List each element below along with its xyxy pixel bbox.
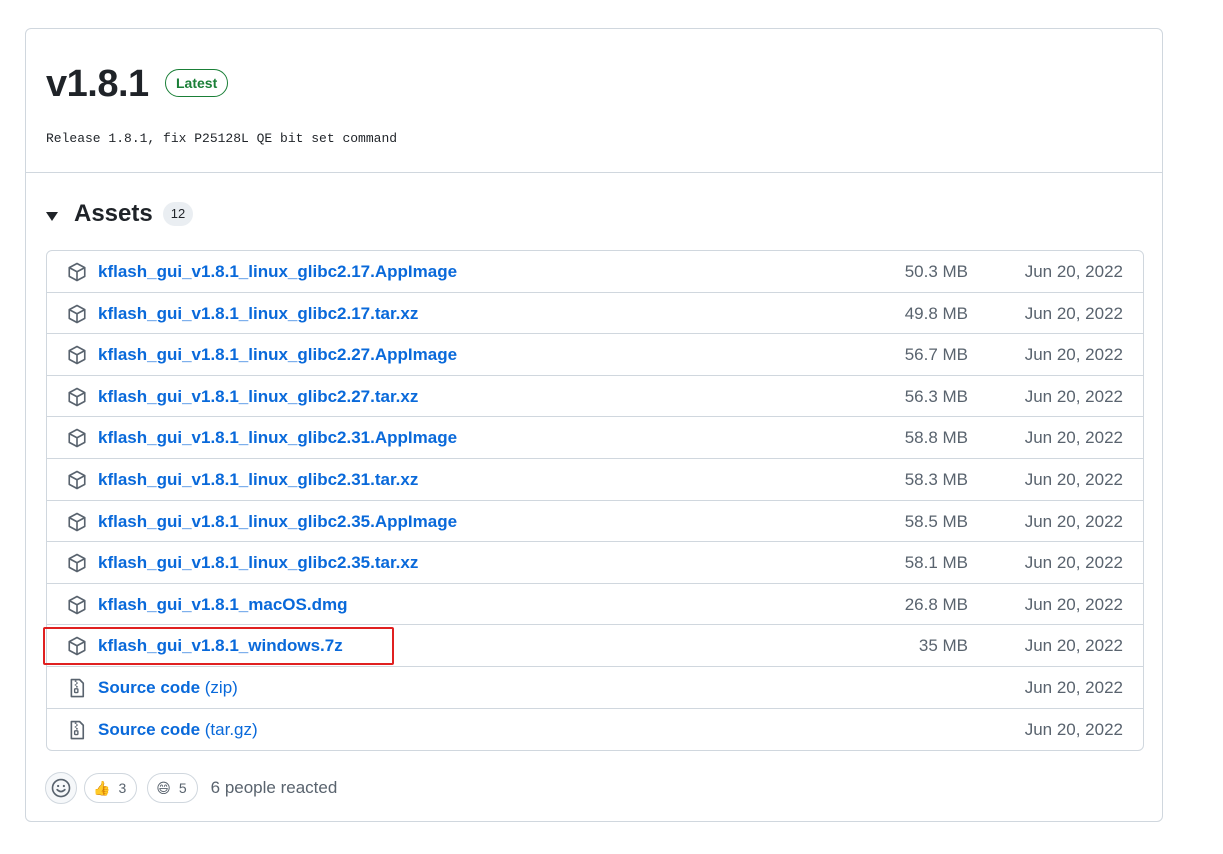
- asset-date: Jun 20, 2022: [1024, 553, 1123, 573]
- asset-row: kflash_gui_v1.8.1_windows.7z 35 MB Jun 20,…: [47, 625, 1143, 667]
- asset-size: 35 MB: [918, 636, 968, 656]
- file-zip-icon: [67, 720, 87, 740]
- reaction-button[interactable]: 😄 5: [147, 773, 198, 803]
- asset-date: Jun 20, 2022: [1024, 345, 1123, 365]
- asset-download-link[interactable]: kflash_gui_v1.8.1_linux_glibc2.17.AppIma…: [98, 251, 457, 292]
- asset-name: kflash_gui_v1.8.1_linux_glibc2.35.AppIma…: [98, 511, 458, 531]
- caret-down-icon: [46, 211, 58, 221]
- asset-download-link[interactable]: kflash_gui_v1.8.1_macOS.dmg: [98, 584, 347, 625]
- asset-row: kflash_gui_v1.8.1_linux_glibc2.17.AppIma…: [47, 251, 1143, 293]
- asset-date: Jun 20, 2022: [1024, 428, 1123, 448]
- asset-row: Source code (zip) Jun 20, 2022: [47, 667, 1143, 709]
- thumbs-up-icon: 👍: [93, 779, 111, 796]
- asset-download-link[interactable]: kflash_gui_v1.8.1_linux_glibc2.35.tar.xz: [98, 542, 418, 583]
- asset-size: 56.7 MB: [904, 345, 968, 365]
- asset-download-link[interactable]: kflash_gui_v1.8.1_windows.7z: [98, 625, 343, 666]
- reaction-count: 5: [178, 780, 187, 796]
- asset-date: Jun 20, 2022: [1024, 511, 1123, 531]
- package-icon: [67, 428, 87, 448]
- asset-download-link[interactable]: kflash_gui_v1.8.1_linux_glibc2.27.tar.xz: [98, 376, 418, 417]
- asset-name: kflash_gui_v1.8.1_linux_glibc2.27.tar.xz: [98, 386, 419, 406]
- asset-date: Jun 20, 2022: [1024, 262, 1123, 281]
- asset-row: kflash_gui_v1.8.1_linux_glibc2.27.AppIma…: [47, 334, 1143, 376]
- asset-date: Jun 20, 2022: [1024, 594, 1123, 614]
- reaction-count: 3: [118, 780, 127, 796]
- asset-size: 58.5 MB: [904, 511, 968, 531]
- package-icon: [67, 553, 87, 573]
- package-icon: [67, 595, 87, 615]
- package-icon: [67, 470, 87, 490]
- release-header: v1.8.1 Latest Release 1.8.1, fix P25128L…: [26, 29, 1162, 173]
- asset-size: 56.3 MB: [904, 386, 968, 406]
- asset-size: 49.8 MB: [904, 303, 968, 323]
- release-card: v1.8.1 Latest Release 1.8.1, fix P25128L…: [25, 28, 1163, 822]
- package-icon: [67, 387, 87, 407]
- asset-size: 58.3 MB: [904, 469, 968, 489]
- asset-row: kflash_gui_v1.8.1_linux_glibc2.35.tar.xz…: [47, 542, 1143, 584]
- asset-name: kflash_gui_v1.8.1_linux_glibc2.17.AppIma…: [98, 262, 458, 281]
- asset-suffix: (tar.gz): [200, 719, 258, 739]
- asset-row: kflash_gui_v1.8.1_linux_glibc2.27.tar.xz…: [47, 376, 1143, 418]
- package-icon: [67, 512, 87, 532]
- asset-row: kflash_gui_v1.8.1_linux_glibc2.35.AppIma…: [47, 501, 1143, 543]
- asset-row: kflash_gui_v1.8.1_macOS.dmg 26.8 MB Jun 20…: [47, 584, 1143, 626]
- asset-size: 26.8 MB: [904, 594, 968, 614]
- asset-date: Jun 20, 2022: [1024, 719, 1123, 739]
- asset-date: Jun 20, 2022: [1024, 636, 1123, 656]
- asset-download-link[interactable]: kflash_gui_v1.8.1_linux_glibc2.27.AppIma…: [98, 334, 457, 375]
- package-icon: [67, 304, 87, 324]
- smiley-icon: [51, 778, 71, 798]
- asset-name: kflash_gui_v1.8.1_macOS.dmg: [98, 594, 348, 614]
- asset-download-link[interactable]: kflash_gui_v1.8.1_linux_glibc2.31.AppIma…: [98, 417, 457, 458]
- assets-count-badge: 12: [162, 202, 194, 226]
- asset-name: Source code: [98, 719, 201, 739]
- asset-date: Jun 20, 2022: [1024, 386, 1123, 406]
- asset-date: Jun 20, 2022: [1024, 303, 1123, 323]
- asset-row: kflash_gui_v1.8.1_linux_glibc2.31.tar.xz…: [47, 459, 1143, 501]
- asset-download-link[interactable]: Source code (zip): [98, 667, 238, 708]
- package-icon: [67, 636, 87, 656]
- reaction-button[interactable]: 👍 3: [84, 773, 138, 803]
- reactions-bar: 👍 3 😄 5 6 people reacted: [45, 772, 337, 804]
- add-reaction-button[interactable]: [45, 772, 77, 804]
- smile-icon: 😄: [156, 779, 171, 796]
- asset-name: kflash_gui_v1.8.1_linux_glibc2.31.tar.xz: [98, 469, 419, 489]
- asset-size: 50.3 MB: [904, 262, 968, 281]
- asset-name: kflash_gui_v1.8.1_linux_glibc2.35.tar.xz: [98, 553, 419, 573]
- asset-download-link[interactable]: Source code (tar.gz): [98, 709, 258, 750]
- asset-row: kflash_gui_v1.8.1_linux_glibc2.31.AppIma…: [47, 417, 1143, 459]
- assets-toggle[interactable]: Assets 12: [46, 199, 194, 229]
- asset-name: kflash_gui_v1.8.1_linux_glibc2.31.AppIma…: [98, 428, 458, 448]
- asset-download-link[interactable]: kflash_gui_v1.8.1_linux_glibc2.17.tar.xz: [98, 293, 418, 334]
- asset-suffix: (zip): [200, 677, 238, 697]
- assets-list: kflash_gui_v1.8.1_linux_glibc2.17.AppIma…: [46, 250, 1144, 752]
- file-zip-icon: [67, 678, 87, 698]
- asset-row: kflash_gui_v1.8.1_linux_glibc2.17.tar.xz…: [47, 293, 1143, 335]
- package-icon: [67, 345, 87, 365]
- package-icon: [67, 262, 87, 282]
- asset-name: kflash_gui_v1.8.1_linux_glibc2.27.AppIma…: [98, 345, 458, 365]
- assets-label: Assets: [74, 200, 153, 227]
- release-title[interactable]: v1.8.1: [46, 59, 149, 109]
- asset-size: 58.8 MB: [904, 428, 968, 448]
- asset-download-link[interactable]: kflash_gui_v1.8.1_linux_glibc2.35.AppIma…: [98, 501, 457, 542]
- reactions-summary: 6 people reacted: [210, 778, 338, 797]
- asset-date: Jun 20, 2022: [1024, 677, 1123, 697]
- asset-name: Source code: [98, 677, 201, 697]
- asset-download-link[interactable]: kflash_gui_v1.8.1_linux_glibc2.31.tar.xz: [98, 459, 418, 500]
- asset-name: kflash_gui_v1.8.1_linux_glibc2.17.tar.xz: [98, 303, 419, 323]
- asset-name: kflash_gui_v1.8.1_windows.7z: [98, 636, 343, 656]
- asset-row: Source code (tar.gz) Jun 20, 2022: [47, 709, 1143, 751]
- release-notes: Release 1.8.1, fix P25128L QE bit set co…: [46, 131, 398, 146]
- asset-size: 58.1 MB: [904, 553, 968, 573]
- asset-date: Jun 20, 2022: [1024, 469, 1123, 489]
- latest-badge: Latest: [165, 69, 229, 97]
